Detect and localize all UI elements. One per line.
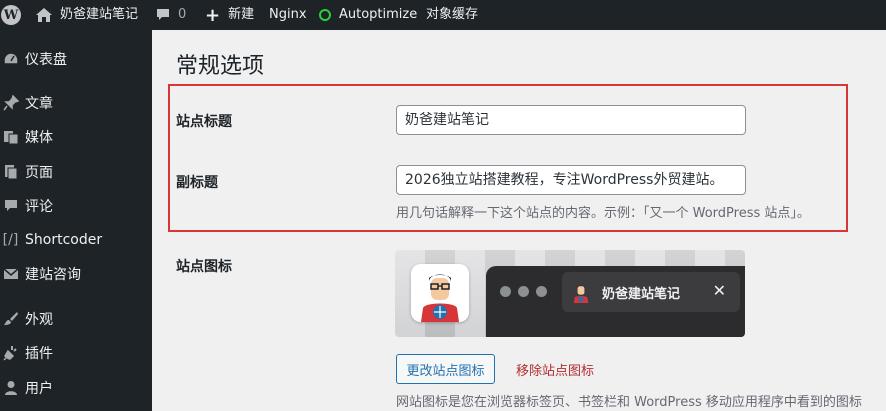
sidebar-item-label: 用户: [25, 381, 53, 397]
plus-icon: +: [205, 4, 221, 26]
sidebar-item-posts[interactable]: 文章: [0, 86, 152, 120]
preview-tab-title: 奶爸建站笔记: [602, 286, 681, 302]
user-icon: [0, 380, 25, 396]
window-dot-icon: [536, 286, 547, 297]
sidebar-item-label: 文章: [25, 96, 53, 112]
comment-icon: [0, 199, 25, 213]
home-icon: [36, 8, 52, 22]
sidebar-item-label: 外观: [25, 312, 53, 328]
sidebar-item-label: 评论: [25, 199, 53, 215]
tagline-label: 副标题: [176, 175, 218, 191]
sidebar-item-label: 插件: [25, 346, 53, 362]
sidebar-item-appearance[interactable]: 外观: [0, 302, 152, 336]
nginx-menu[interactable]: Nginx: [269, 0, 307, 30]
comments-menu[interactable]: 0: [156, 0, 186, 30]
new-content-label: 新建: [228, 7, 255, 22]
remove-site-icon-link[interactable]: 移除站点图标: [516, 360, 594, 379]
tagline-description: 用几句话解释一下这个站点的内容。示例：「又一个 WordPress 站点」。: [396, 206, 810, 221]
sidebar-item-consult[interactable]: 建站咨询: [0, 257, 152, 291]
sidebar-item-users[interactable]: 用户: [0, 371, 152, 405]
page-icon: [0, 164, 25, 180]
sidebar-item-label: 页面: [25, 165, 53, 181]
wordpress-logo-glyph: W: [1, 5, 21, 25]
sidebar-item-label: 仪表盘: [25, 52, 67, 68]
object-cache-menu[interactable]: 对象缓存: [426, 0, 478, 30]
sidebar-item-label: 媒体: [25, 130, 53, 146]
new-content-menu[interactable]: + 新建: [205, 0, 254, 30]
media-icon: [0, 129, 25, 145]
status-ring-icon: [319, 9, 331, 21]
autoptimize-menu[interactable]: Autoptimize: [319, 0, 417, 30]
dashboard-icon: [0, 52, 25, 66]
wordpress-logo-icon[interactable]: W: [0, 0, 22, 30]
app-icon-preview: [411, 264, 469, 322]
object-cache-label: 对象缓存: [426, 7, 479, 22]
window-dot-icon: [500, 286, 511, 297]
autoptimize-label: Autoptimize: [339, 7, 418, 22]
pin-icon: [0, 95, 25, 111]
mail-icon: [0, 268, 25, 280]
admin-bar: W 奶爸建站笔记 0 + 新建 Nginx Autoptimize 对象缓存: [0, 0, 886, 30]
sidebar-item-label: Shortcoder: [25, 232, 103, 248]
close-icon: ✕: [712, 281, 726, 300]
sidebar-item-dashboard[interactable]: 仪表盘: [0, 42, 152, 76]
plugin-icon: [0, 345, 25, 361]
sidebar-item-media[interactable]: 媒体: [0, 120, 152, 154]
site-name-label: 奶爸建站笔记: [60, 7, 139, 22]
favicon-icon: [570, 281, 592, 303]
shortcode-icon: [/]: [2, 232, 19, 248]
comment-icon: [156, 8, 170, 22]
sidebar-item-plugins[interactable]: 插件: [0, 336, 152, 370]
site-title-input[interactable]: 奶爸建站笔记: [396, 105, 746, 135]
sidebar-item-comments[interactable]: 评论: [0, 189, 152, 223]
admin-sidebar: 仪表盘 文章 媒体 页面 评论 [/] Shortcoder 建站咨询 外观 插…: [0, 30, 152, 411]
sidebar-item-pages[interactable]: 页面: [0, 155, 152, 189]
nginx-label: Nginx: [269, 7, 307, 22]
tab-title-chip: 奶爸建站笔记 ✕: [562, 272, 740, 312]
page-title: 常规选项: [176, 54, 265, 79]
site-name-menu[interactable]: 奶爸建站笔记: [36, 0, 138, 30]
tagline-input[interactable]: 2026独立站搭建教程，专注WordPress外贸建站。: [396, 165, 746, 195]
window-dot-icon: [518, 286, 529, 297]
comments-count: 0: [178, 7, 187, 22]
sidebar-item-label: 建站咨询: [25, 267, 81, 283]
settings-content: 常规选项 站点标题 奶爸建站笔记 副标题 2026独立站搭建教程，专注WordP…: [152, 30, 886, 411]
brush-icon: [0, 311, 25, 327]
site-icon-description: 网站图标是您在浏览器标签页、书签栏和 WordPress 移动应用程序中看到的图…: [396, 395, 862, 410]
site-title-label: 站点标题: [176, 114, 232, 130]
change-site-icon-button[interactable]: 更改站点图标: [396, 354, 495, 384]
site-icon-preview: 奶爸建站笔记 ✕: [395, 250, 745, 337]
sidebar-item-shortcoder[interactable]: [/] Shortcoder: [0, 223, 152, 257]
site-icon-label: 站点图标: [176, 259, 232, 275]
